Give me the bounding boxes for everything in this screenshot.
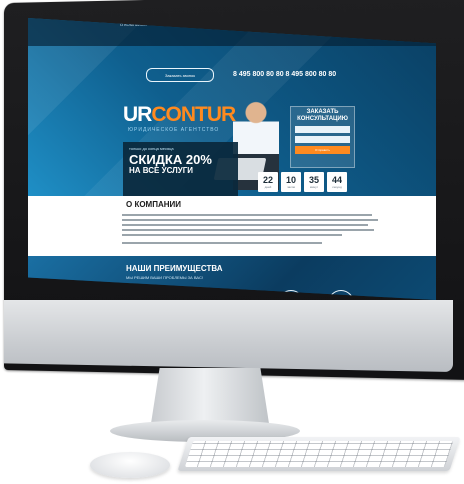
form-title: ЗАКАЗАТЬ КОНСУЛЬТАЦИЮ [297,109,348,122]
monitor-chin [4,300,453,372]
monitor-screen: О КОМПАНИИ НАШИ ПРЕИМУЩЕСТВА КОНТАКТЫ За… [28,18,436,300]
timer-hours: 10 часов [281,172,301,192]
consultation-form: ЗАКАЗАТЬ КОНСУЛЬТАЦИЮ Отправить [290,106,355,168]
logo-main: UR [123,103,152,126]
timer-days-value: 22 [262,175,273,185]
timer-hours-unit: часов [286,185,296,189]
about-title: О КОМПАНИИ [126,200,182,209]
promo-discount: СКИДКА 20% [129,152,212,167]
timer-minutes-unit: минут [309,185,319,189]
advantages-title: НАШИ ПРЕИМУЩЕСТВА [126,264,223,273]
timer-seconds-unit: секунд [332,185,342,189]
timer-seconds-value: 44 [331,175,342,185]
logo-accent: CONTUR [151,103,236,126]
timer-days-unit: дней [264,185,272,189]
keyboard-keys [184,441,454,467]
timer-days: 22 дней [258,172,278,192]
name-field[interactable] [295,126,350,133]
about-text-line [122,229,374,231]
promo-scope: НА ВСЕ УСЛУГИ [129,166,194,175]
site-logo: URCONTUR [123,103,236,127]
promo-banner: только до конца месяца СКИДКА 20% НА ВСЕ… [123,142,238,200]
about-text-line [122,242,322,244]
about-text-line [122,214,372,216]
timer-seconds: 44 секунд [327,172,347,192]
about-text-line [122,219,378,221]
promo-note: только до конца месяца [129,146,174,151]
phone-numbers: 8 495 800 80 80 8 495 800 80 80 [233,71,337,78]
mouse [90,452,170,478]
phone-field[interactable] [295,136,350,143]
form-submit-button[interactable]: Отправить [295,146,350,154]
advantages-subtitle: МЫ РЕШИМ ВАШИ ПРОБЛЕМЫ ЗА ВАС! [126,275,203,280]
imac-mockup: О КОМПАНИИ НАШИ ПРЕИМУЩЕСТВА КОНТАКТЫ За… [0,0,464,484]
countdown-timer: 22 дней 10 часов 35 минут 44 секунд [258,172,347,192]
about-text-line [122,234,342,236]
callback-button[interactable]: Заказать звонок [146,68,214,82]
timer-hours-value: 10 [285,175,296,185]
timer-minutes: 35 минут [304,172,324,192]
timer-minutes-value: 35 [308,175,319,185]
logo-subtitle: ЮРИДИЧЕСКОЕ АГЕНТСТВО [128,127,220,133]
about-text-line [122,224,368,226]
about-section: О КОМПАНИИ [28,196,436,256]
keyboard [177,437,461,471]
hero-section: О КОМПАНИИ НАШИ ПРЕИМУЩЕСТВА КОНТАКТЫ За… [28,18,436,200]
